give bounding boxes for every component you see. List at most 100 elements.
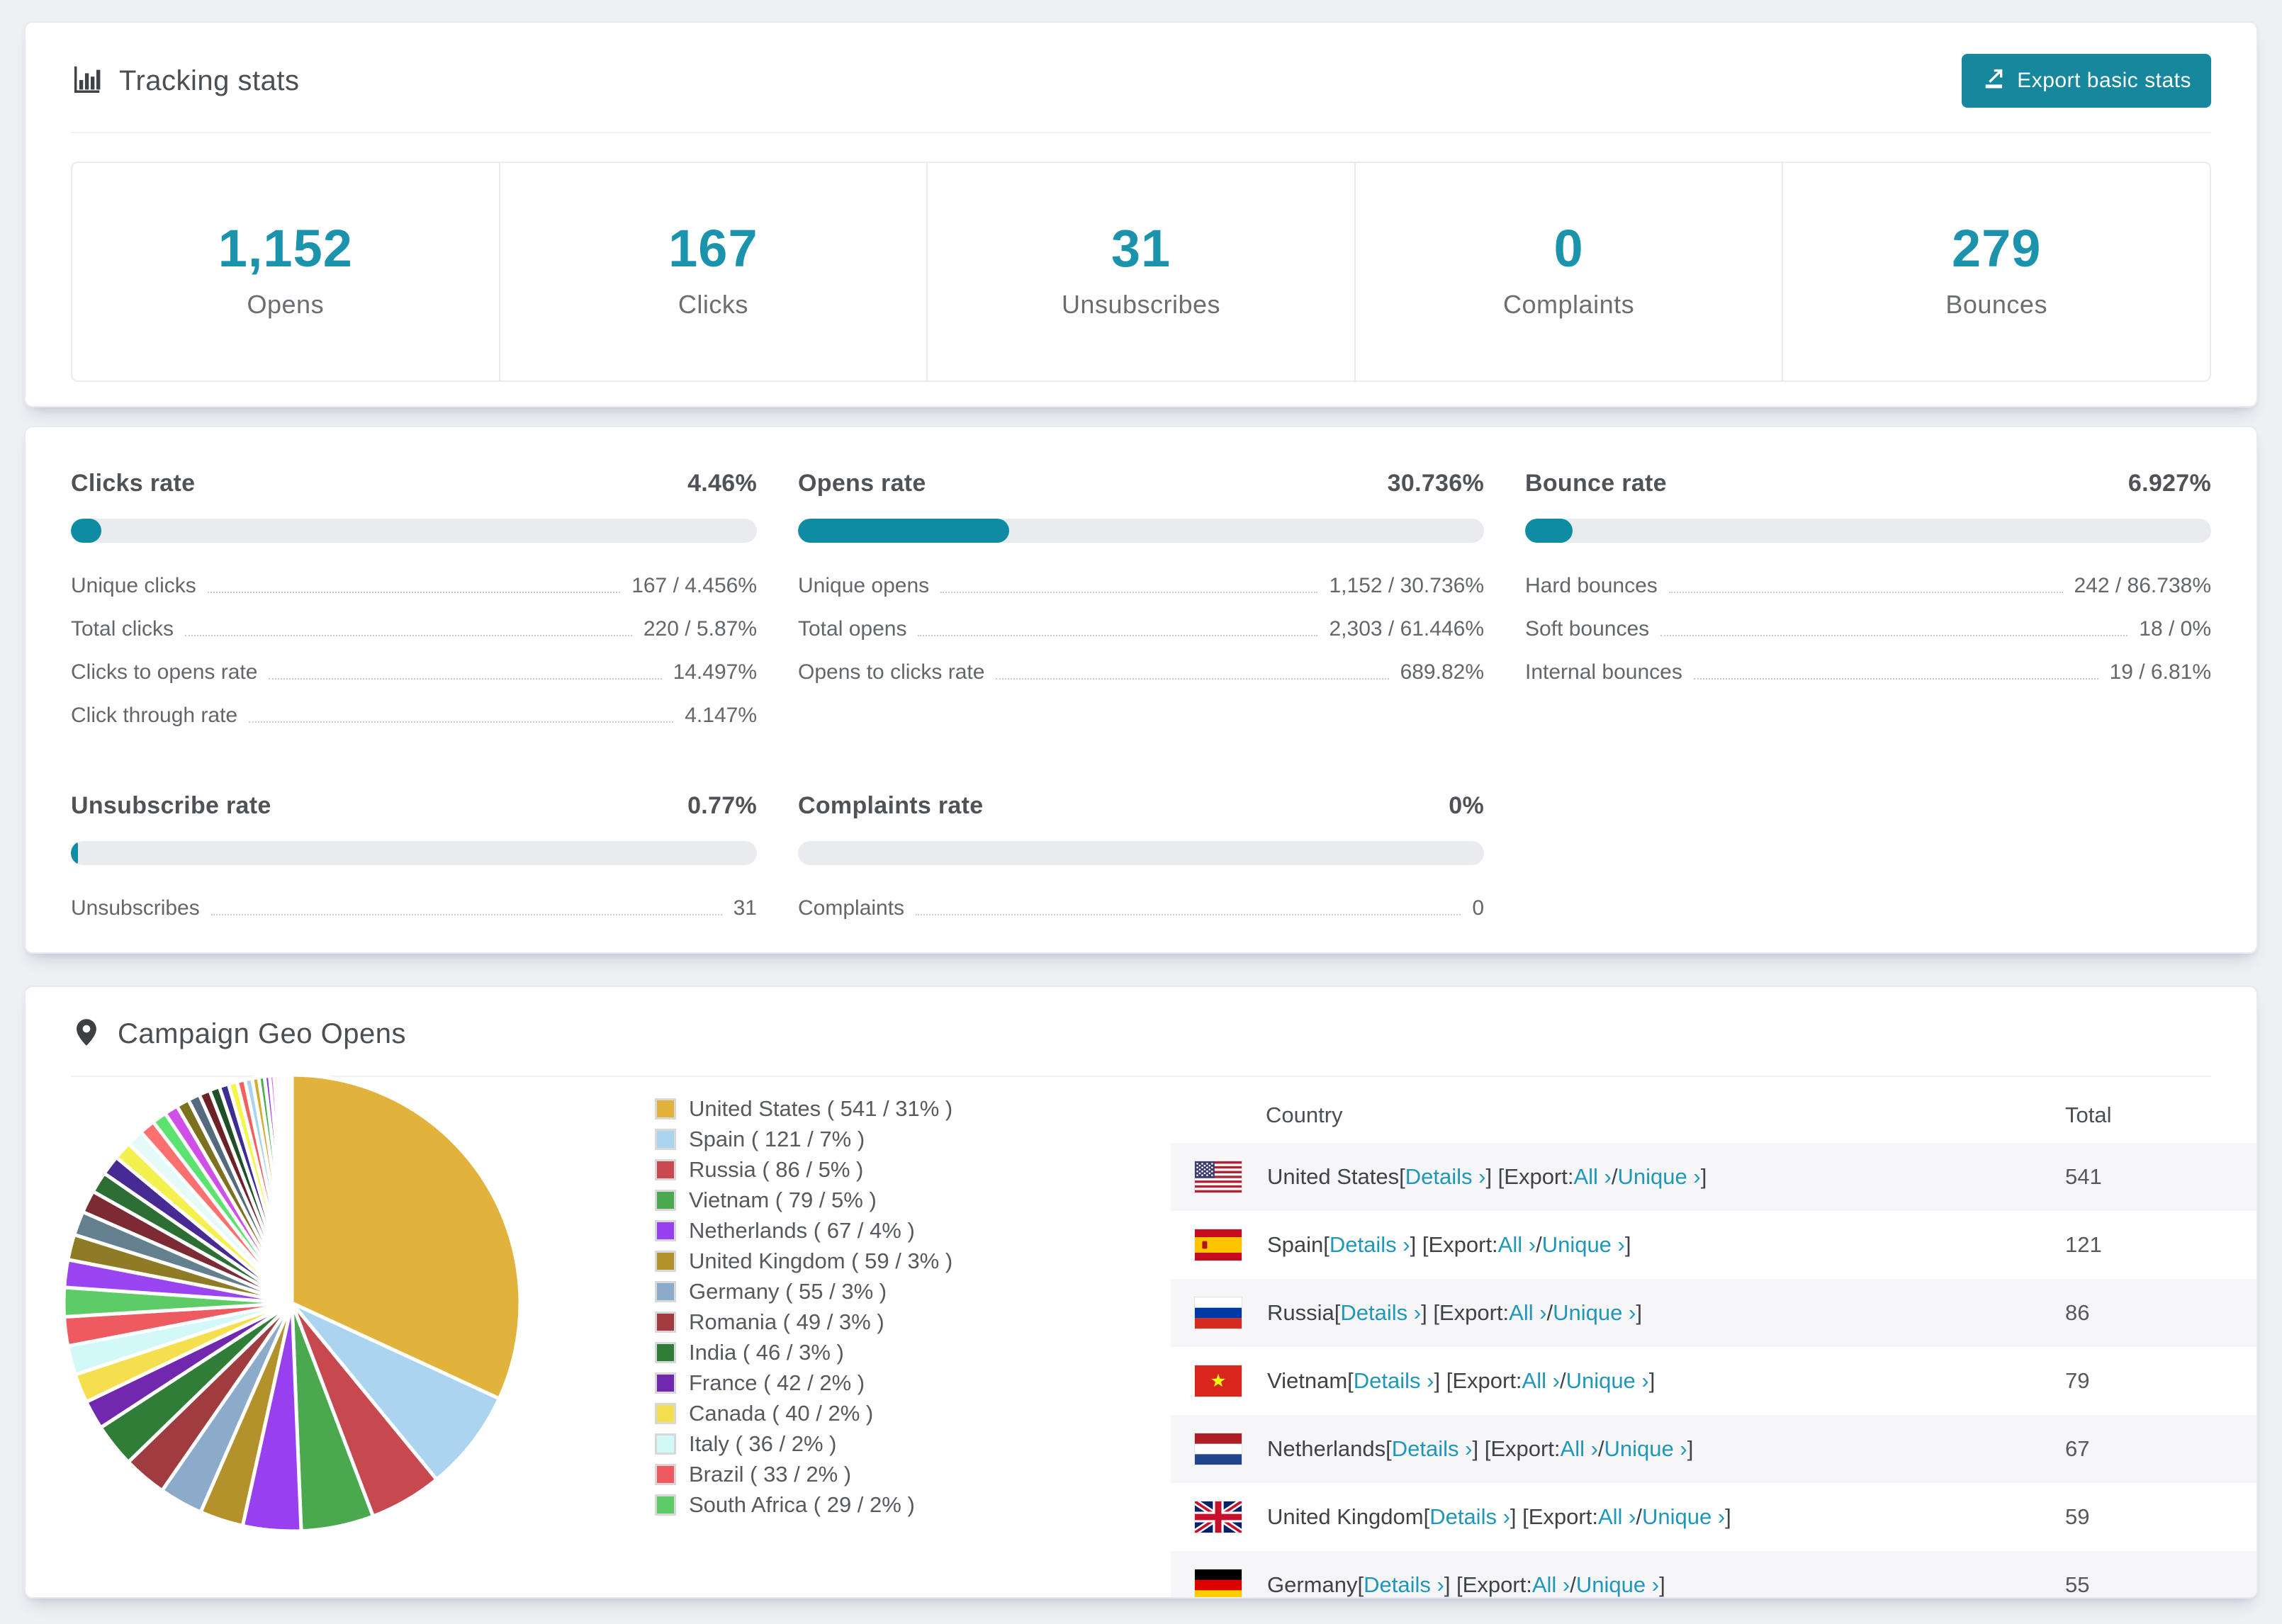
legend-swatch	[655, 1129, 676, 1150]
rate-row: Opens to clicks rate 689.82%	[798, 660, 1484, 684]
summary-row: 1,152 Opens 167 Clicks 31 Unsubscribes 0 Compla…	[71, 162, 2211, 382]
summary-stat-box: 167 Clicks	[498, 163, 927, 380]
progress-fill	[798, 519, 1009, 543]
progress-fill	[1525, 519, 1573, 543]
rate-title: Bounce rate	[1525, 470, 1667, 497]
export-all-link[interactable]: All ›	[1561, 1436, 1598, 1462]
bracket-text: ]	[1624, 1232, 1631, 1257]
legend-swatch	[655, 1251, 676, 1272]
details-link[interactable]: Details ›	[1330, 1232, 1410, 1258]
table-header-country: Country	[1266, 1103, 1343, 1127]
stat-value: 167	[668, 219, 758, 278]
dotted-leader	[918, 617, 1318, 636]
export-unique-link[interactable]: Unique ›	[1566, 1368, 1649, 1394]
details-link[interactable]: Details ›	[1340, 1300, 1421, 1326]
slash-text: /	[1546, 1300, 1553, 1325]
slash-text: /	[1536, 1232, 1542, 1257]
stat-label: Bounces	[1945, 290, 2047, 319]
rate-value: 4.46%	[687, 470, 757, 497]
dotted-leader	[207, 574, 621, 593]
tracking-stats-header: Tracking stats Export basic stats	[71, 54, 2211, 108]
legend-swatch	[655, 1372, 676, 1394]
export-all-link[interactable]: All ›	[1532, 1572, 1570, 1597]
pie-slice-other	[289, 1073, 294, 1305]
rate-row: Soft bounces 18 / 0%	[1525, 617, 2211, 641]
pie-legend: United States ( 541 / 31% ) Spain ( 121 /…	[655, 1096, 952, 1524]
dotted-leader	[185, 617, 632, 636]
bracket-text: ]	[1648, 1368, 1656, 1393]
legend-swatch	[655, 1220, 676, 1241]
export-all-link[interactable]: All ›	[1598, 1504, 1636, 1530]
rate-rows: Unsubscribes 31	[71, 896, 757, 920]
rate-row-label: Complaints	[798, 896, 905, 920]
export-unique-link[interactable]: Unique ›	[1542, 1232, 1625, 1258]
details-link[interactable]: Details ›	[1429, 1504, 1510, 1530]
legend-item: Spain ( 121 / 7% )	[655, 1127, 952, 1151]
legend-item: United States ( 541 / 31% )	[655, 1096, 952, 1121]
export-unique-link[interactable]: Unique ›	[1553, 1300, 1636, 1326]
dotted-leader	[1693, 660, 2098, 680]
total-value: 59	[2065, 1504, 2090, 1529]
country-cell: Germany [Details ›] [Export: All › / Uni…	[1195, 1569, 2065, 1597]
legend-label: Vietnam ( 79 / 5% )	[689, 1188, 877, 1212]
export-unique-link[interactable]: Unique ›	[1604, 1436, 1687, 1462]
legend-item: Brazil ( 33 / 2% )	[655, 1462, 952, 1487]
legend-label: Romania ( 49 / 3% )	[689, 1309, 884, 1334]
bracket-text: ] [Export:	[1485, 1164, 1574, 1189]
rate-row-value: 2,303 / 61.446%	[1329, 617, 1484, 641]
export-button-label: Export basic stats	[2017, 69, 2191, 92]
rate-row-value: 19 / 6.81%	[2109, 660, 2211, 684]
details-link[interactable]: Details ›	[1364, 1572, 1444, 1597]
rate-row-label: Soft bounces	[1525, 617, 1650, 641]
map-pin-icon	[71, 1017, 102, 1051]
table-row: United Kingdom [Details ›] [Export: All …	[1171, 1483, 2256, 1551]
rate-row-value: 4.147%	[685, 704, 757, 727]
export-all-link[interactable]: All ›	[1498, 1232, 1536, 1258]
rate-section: Unsubscribe rate 0.77% Unsubscribes 31	[71, 792, 757, 940]
rate-rows: Complaints 0	[798, 896, 1484, 920]
rate-section: Clicks rate 4.46% Unique clicks 167 / 4.456…	[71, 470, 757, 747]
dotted-leader	[210, 896, 722, 915]
rate-row-label: Total opens	[798, 617, 907, 641]
rate-row-value: 242 / 86.738%	[2074, 574, 2212, 597]
legend-swatch	[655, 1312, 676, 1333]
rate-row-label: Unique clicks	[71, 574, 196, 597]
export-all-link[interactable]: All ›	[1522, 1368, 1560, 1394]
rate-row: Unique opens 1,152 / 30.736%	[798, 574, 1484, 598]
rate-row-label: Total clicks	[71, 617, 174, 641]
rate-value: 6.927%	[2128, 470, 2211, 497]
export-basic-stats-button[interactable]: Export basic stats	[1962, 54, 2211, 108]
rate-value: 0%	[1449, 792, 1484, 819]
details-link[interactable]: Details ›	[1354, 1368, 1434, 1394]
progress-bar	[798, 841, 1484, 865]
rates-grid: Clicks rate 4.46% Unique clicks 167 / 4.456…	[71, 470, 2211, 940]
summary-stat-box: 279 Bounces	[1782, 163, 2210, 380]
bracket-text: [	[1347, 1368, 1354, 1393]
total-value: 86	[2065, 1300, 2090, 1325]
legend-swatch	[655, 1159, 676, 1180]
rate-value: 30.736%	[1387, 470, 1484, 497]
export-all-link[interactable]: All ›	[1509, 1300, 1546, 1326]
export-all-link[interactable]: All ›	[1573, 1164, 1611, 1190]
rate-row-label: Hard bounces	[1525, 574, 1658, 597]
details-link[interactable]: Details ›	[1405, 1164, 1486, 1190]
rate-row-label: Unsubscribes	[71, 896, 200, 920]
bracket-text: ] [Export:	[1444, 1572, 1532, 1597]
country-cell: Vietnam [Details ›] [Export: All › / Uni…	[1195, 1365, 2065, 1397]
export-unique-link[interactable]: Unique ›	[1576, 1572, 1659, 1597]
export-unique-link[interactable]: Unique ›	[1642, 1504, 1725, 1530]
legend-item: Vietnam ( 79 / 5% )	[655, 1188, 952, 1212]
dotted-leader	[1668, 574, 2063, 593]
summary-stat-box: 1,152 Opens	[72, 163, 499, 380]
legend-swatch	[655, 1494, 676, 1516]
slash-text: /	[1559, 1368, 1566, 1393]
rate-row: Internal bounces 19 / 6.81%	[1525, 660, 2211, 684]
rate-title: Opens rate	[798, 470, 926, 497]
details-link[interactable]: Details ›	[1392, 1436, 1473, 1462]
export-unique-link[interactable]: Unique ›	[1618, 1164, 1701, 1190]
country-flag-gb	[1195, 1501, 1242, 1533]
legend-label: Russia ( 86 / 5% )	[689, 1157, 864, 1182]
stat-label: Opens	[247, 290, 325, 319]
legend-label: France ( 42 / 2% )	[689, 1370, 865, 1395]
legend-label: Italy ( 36 / 2% )	[689, 1431, 837, 1456]
